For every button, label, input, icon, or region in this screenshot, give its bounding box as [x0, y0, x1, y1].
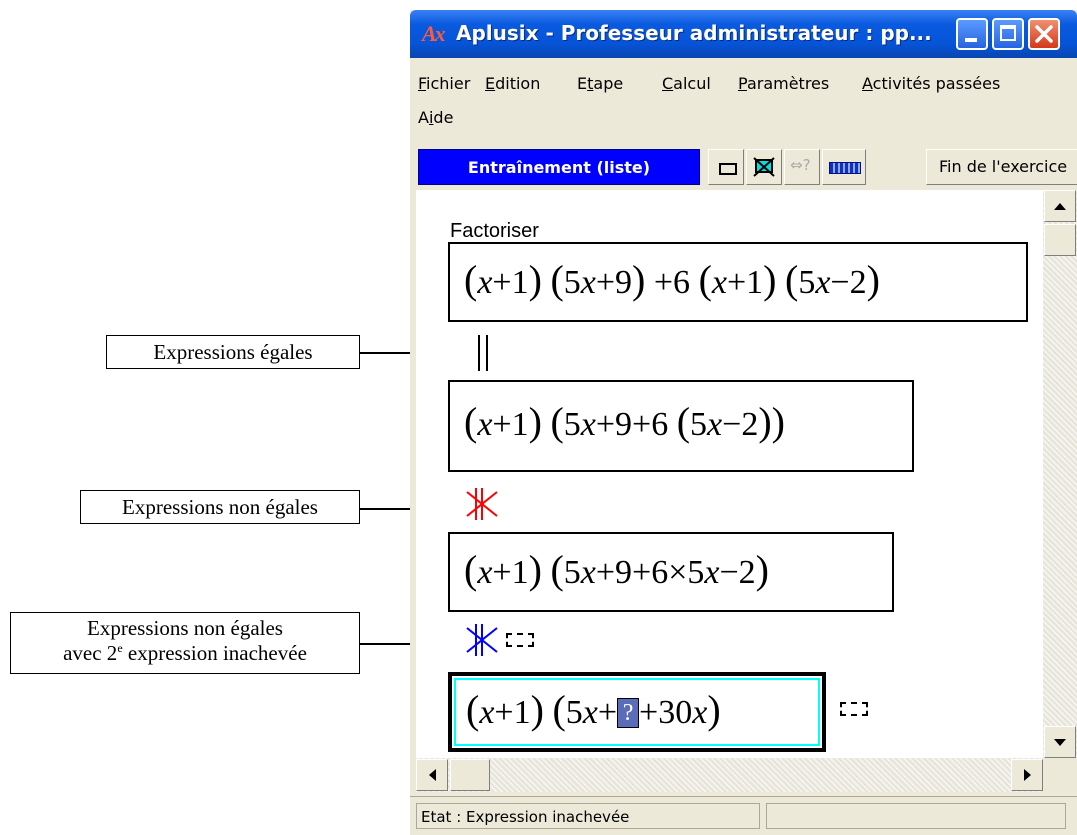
check-equivalence-button[interactable]: ⇔?	[784, 149, 820, 185]
annotation-equal-text: Expressions égales	[153, 340, 313, 364]
rectangle-icon	[719, 163, 737, 175]
vertical-scroll-thumb[interactable]	[1044, 224, 1076, 256]
arrow-left-icon	[429, 769, 436, 781]
mode-button[interactable]: Entraînement (liste)	[418, 149, 700, 185]
expression-1: (x+1) (5x+9) +6 (x+1) (5x−2)	[464, 257, 880, 302]
arrow-right-icon	[1024, 769, 1031, 781]
scroll-left-button[interactable]	[416, 759, 448, 791]
menu-parametres[interactable]: Paramètres	[738, 74, 829, 93]
menu-edition[interactable]: Edition	[485, 74, 540, 93]
not-equal-red-icon	[466, 488, 498, 520]
expression-3: (x+1) (5x+9+6×5x−2)	[464, 547, 769, 592]
menu-bar: Fichier Edition Etape Calcul Paramètres …	[410, 58, 1077, 146]
menu-calcul[interactable]: Calcul	[662, 74, 711, 93]
arrow-up-icon	[1054, 203, 1066, 210]
title-bar[interactable]: Ax Aplusix - Professeur administrateur :…	[410, 10, 1077, 58]
expression-box-1[interactable]: (x+1) (5x+9) +6 (x+1) (5x−2)	[448, 242, 1028, 322]
keyboard-icon	[829, 162, 861, 174]
minimize-button[interactable]	[956, 18, 988, 50]
window-title: Aplusix - Professeur administrateur : pp…	[456, 21, 932, 45]
aplusix-window: Ax Aplusix - Professeur administrateur :…	[410, 10, 1077, 835]
expression-box-3[interactable]: (x+1) (5x+9+6×5x−2)	[448, 532, 894, 612]
scroll-down-button[interactable]	[1044, 726, 1076, 758]
status-text: Etat : Expression inachevée	[416, 803, 760, 829]
status-bar: Etat : Expression inachevée	[410, 796, 1077, 835]
annotation-line1: Expressions non égales	[87, 616, 283, 640]
scroll-right-button[interactable]	[1011, 759, 1043, 791]
annotation-line2: avec 2e expression inachevée	[63, 641, 307, 665]
close-button[interactable]	[1028, 18, 1060, 50]
equivalence-question-icon: ⇔?	[790, 156, 811, 174]
equal-relation-icon	[478, 335, 488, 371]
menu-fichier[interactable]: Fichier	[418, 74, 470, 93]
relation-placeholder[interactable]	[506, 633, 534, 647]
toolbar: Entraînement (liste) ⇔? Fin de l'exercic…	[410, 146, 1077, 188]
expression-4: (x+1) (5x+? +30x)	[466, 687, 721, 732]
expression-box-4-active[interactable]: (x+1) (5x+? +30x)	[448, 672, 826, 752]
trailing-placeholder[interactable]	[840, 702, 868, 716]
delete-step-button[interactable]	[746, 149, 782, 185]
close-icon	[1035, 25, 1053, 43]
maximize-button[interactable]	[992, 18, 1024, 50]
minimize-icon	[965, 38, 977, 42]
maximize-icon	[1000, 25, 1016, 41]
annotation-not-equal: Expressions non égales	[80, 490, 360, 524]
horizontal-scrollbar[interactable]	[416, 758, 1043, 792]
not-equal-blue-icon	[466, 624, 498, 656]
exercise-workspace[interactable]: Factoriser (x+1) (5x+9) +6 (x+1) (5x−2) …	[416, 190, 1043, 758]
annotation-not-equal-text: Expressions non égales	[122, 495, 318, 519]
menu-activites-passees[interactable]: Activités passées	[862, 74, 1000, 93]
expression-2: (x+1) (5x+9+6 (5x−2))	[464, 399, 785, 444]
scroll-up-button[interactable]	[1044, 190, 1076, 222]
expression-box-2[interactable]: (x+1) (5x+9+6 (5x−2))	[448, 380, 914, 472]
vertical-scrollbar[interactable]	[1043, 190, 1077, 758]
arrow-down-icon	[1054, 739, 1066, 746]
exercise-subject: Factoriser	[450, 220, 539, 242]
annotation-equal: Expressions égales	[106, 335, 360, 369]
menu-aide[interactable]: Aide	[418, 108, 453, 127]
menu-etape[interactable]: Etape	[577, 74, 623, 93]
status-pane-secondary	[766, 803, 1066, 829]
missing-term-placeholder[interactable]: ?	[617, 698, 640, 728]
new-step-button[interactable]	[708, 149, 744, 185]
cross-box-icon	[753, 157, 775, 177]
annotation-not-equal-unfinished: Expressions non égales avec 2e expressio…	[10, 612, 360, 674]
app-logo-icon: Ax	[422, 21, 446, 46]
horizontal-scroll-thumb[interactable]	[450, 759, 490, 791]
keyboard-button[interactable]	[822, 149, 866, 185]
finish-exercise-button[interactable]: Fin de l'exercice	[926, 149, 1077, 185]
